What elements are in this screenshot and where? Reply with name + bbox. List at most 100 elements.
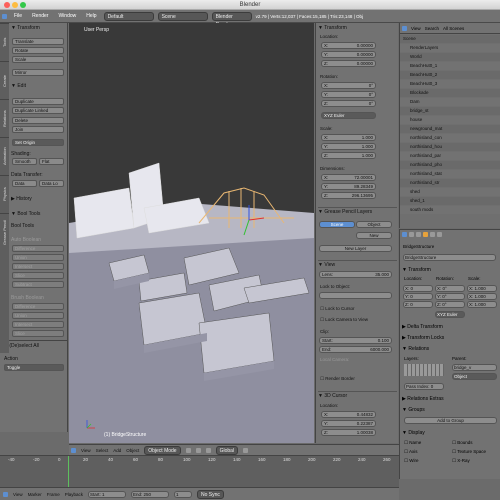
- timeline-playback-menu[interactable]: Playback: [65, 492, 83, 497]
- timeline[interactable]: -40 -20 0 20 40 60 80 100 120 140 160 180 200 220 240 2…: [0, 455, 399, 488]
- timeline-marker-menu[interactable]: Marker: [28, 492, 42, 497]
- scale-z-field[interactable]: X: 1.000: [467, 301, 497, 308]
- subtract-button[interactable]: Subtract: [12, 281, 64, 288]
- rot-z-field[interactable]: Z: 0°: [435, 301, 465, 308]
- display-header[interactable]: ▼ Display: [402, 430, 425, 436]
- outliner-item[interactable]: house: [400, 116, 500, 124]
- history-header[interactable]: ▶ History: [11, 196, 32, 202]
- parent-type-select[interactable]: Object: [452, 373, 497, 380]
- start-frame-field[interactable]: Start: 1: [87, 490, 126, 498]
- cursor-x-field[interactable]: X: 0.44832: [321, 411, 376, 418]
- clip-end-field[interactable]: End: 6000.000: [319, 346, 392, 353]
- world-tab-icon[interactable]: [416, 232, 421, 237]
- rotation-z-field[interactable]: Z: 0°: [321, 100, 376, 107]
- lock-camera-checkbox[interactable]: ☐ Lock Camera to View: [320, 317, 368, 323]
- menu-window[interactable]: Window: [55, 10, 79, 23]
- outliner-icon[interactable]: [402, 25, 407, 31]
- new-button[interactable]: New: [356, 232, 392, 239]
- modifiers-tab-icon[interactable]: [430, 232, 435, 237]
- outliner-item[interactable]: shed: [400, 188, 500, 196]
- scale-button[interactable]: Scale: [12, 56, 64, 63]
- scale-z-field[interactable]: Z: 1.000: [321, 152, 376, 159]
- brush-union-button[interactable]: Union: [12, 312, 64, 319]
- engine-select[interactable]: Blender Render: [211, 11, 252, 28]
- pivot-icon[interactable]: [195, 447, 201, 453]
- outliner-item[interactable]: northisland_con: [400, 134, 500, 142]
- scene-toggle[interactable]: Scene: [319, 221, 355, 228]
- outliner-item[interactable]: northisland_par: [400, 152, 500, 160]
- timeline-frame-menu[interactable]: Frame: [47, 492, 60, 497]
- lock-cursor-checkbox[interactable]: ☐ Lock to Cursor: [320, 306, 355, 312]
- slice-button[interactable]: Slice: [12, 272, 64, 279]
- pass-index-field[interactable]: Pass Index: 0: [404, 383, 444, 390]
- outliner-item[interactable]: RenderLayers: [400, 44, 500, 52]
- translate-button[interactable]: Translate: [12, 38, 64, 45]
- minimize-window-icon[interactable]: [12, 2, 18, 8]
- edit-header[interactable]: ▼ Edit: [11, 83, 26, 89]
- groups-header[interactable]: ▼ Groups: [402, 407, 425, 413]
- tab-physics[interactable]: Physics: [0, 175, 9, 213]
- outliner-item[interactable]: northisland_hou: [400, 143, 500, 151]
- lens-field[interactable]: Lens: 35.000: [319, 271, 392, 278]
- layers-grid[interactable]: [404, 364, 444, 376]
- outliner-item[interactable]: BeachHut0_2: [400, 71, 500, 79]
- loc-z-field[interactable]: Z: 0: [403, 301, 433, 308]
- name-checkbox[interactable]: ☐ Name: [404, 440, 421, 446]
- shading-icon[interactable]: [185, 447, 191, 453]
- manipulator-icon[interactable]: [205, 447, 211, 453]
- rot-y-field[interactable]: Y: 0°: [435, 293, 465, 300]
- current-frame-marker[interactable]: [68, 456, 69, 488]
- flat-button[interactable]: Flat: [39, 158, 64, 165]
- intersect-button[interactable]: Intersect: [12, 263, 64, 270]
- outliner-item[interactable]: Scene: [400, 35, 500, 43]
- 3d-viewport[interactable]: User Persp (1) BridgeStructure: [69, 23, 314, 443]
- select-menu[interactable]: Select: [96, 448, 109, 453]
- add-to-group-button[interactable]: Add to Group: [404, 417, 497, 424]
- object-name-field[interactable]: BridgeStructure: [403, 254, 496, 261]
- outliner-item[interactable]: shed_1: [400, 197, 500, 205]
- cursor-z-field[interactable]: Z: 1.00038: [321, 429, 376, 436]
- dimension-y-field[interactable]: Y: 89.28349: [321, 183, 376, 190]
- data-transfer-button[interactable]: Data: [12, 180, 37, 187]
- union-button[interactable]: Union: [12, 254, 64, 261]
- new-layer-button[interactable]: New Layer: [319, 245, 392, 252]
- material-tab-icon[interactable]: [437, 232, 442, 237]
- object-menu[interactable]: Object: [126, 448, 139, 453]
- outliner-item[interactable]: World: [400, 53, 500, 61]
- mirror-button[interactable]: Mirror: [12, 69, 64, 76]
- dimension-x-field[interactable]: X: 72.00001: [321, 174, 376, 181]
- rotation-y-field[interactable]: Y: 0°: [321, 91, 376, 98]
- render-border-checkbox[interactable]: ☐ Render Border: [320, 376, 355, 382]
- duplicate-linked-button[interactable]: Duplicate Linked: [12, 107, 64, 114]
- outliner-item[interactable]: south mods: [400, 206, 500, 214]
- menu-help[interactable]: Help: [83, 10, 99, 23]
- outliner-item[interactable]: northisland_stat: [400, 170, 500, 178]
- add-menu[interactable]: Add: [113, 448, 121, 453]
- transform-header[interactable]: ▼ Transform: [11, 25, 40, 31]
- scale-y-field[interactable]: X: 1.000: [467, 293, 497, 300]
- dimension-z-field[interactable]: Z: 296.13695: [321, 192, 376, 199]
- rot-x-field[interactable]: X: 0°: [435, 285, 465, 292]
- outliner-item[interactable]: BeachHut0_1: [400, 62, 500, 70]
- render-tab-icon[interactable]: [402, 232, 407, 237]
- scene-select[interactable]: Scene: [157, 11, 208, 21]
- outliner-item[interactable]: northisland_str: [400, 179, 500, 187]
- outliner-item[interactable]: Blockade: [400, 89, 500, 97]
- timeline-view-menu[interactable]: View: [13, 492, 23, 497]
- outliner-item[interactable]: bridge_st: [400, 107, 500, 115]
- lock-object-field[interactable]: [319, 292, 392, 299]
- duplicate-button[interactable]: Duplicate: [12, 98, 64, 105]
- texture-space-checkbox[interactable]: ☐ Texture Space: [452, 449, 486, 455]
- axis-checkbox[interactable]: ☐ Axis: [404, 449, 418, 455]
- tab-relations[interactable]: Relations: [0, 99, 9, 137]
- bounds-checkbox[interactable]: ☐ Bounds: [452, 440, 473, 446]
- set-origin-dropdown[interactable]: Set Origin: [12, 139, 64, 146]
- xray-checkbox[interactable]: ☐ X-Ray: [452, 458, 470, 464]
- maximize-window-icon[interactable]: [20, 2, 26, 8]
- outliner-item[interactable]: newground_mat: [400, 125, 500, 133]
- view-header[interactable]: ▼ View: [318, 260, 397, 269]
- transform-header[interactable]: ▼ Transform: [318, 24, 397, 32]
- clip-start-field[interactable]: Start: 0.100: [319, 337, 392, 344]
- brush-intersect-button[interactable]: Intersect: [12, 321, 64, 328]
- relations-header[interactable]: ▼ Relations: [402, 346, 429, 352]
